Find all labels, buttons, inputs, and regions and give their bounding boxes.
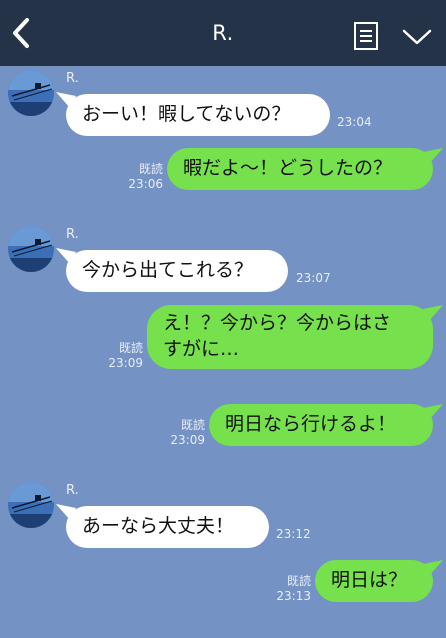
chat-header: R. <box>0 0 446 66</box>
message-text: 暇だよ〜！どうしたの？ <box>183 157 393 180</box>
avatar-sky-icon <box>8 226 54 272</box>
avatar[interactable] <box>8 482 54 528</box>
sender-name: R. <box>66 483 79 498</box>
avatar-sky-icon <box>8 70 54 116</box>
chat-screen: R. R. おーい！暇してないの？ 23:04 既読 23:06 暇だよ〜！どう… <box>0 0 446 638</box>
message-text: おーい！暇してないの？ <box>82 103 291 126</box>
message-bubble[interactable]: 明日は？ <box>315 560 433 602</box>
bubble-tail <box>423 148 443 164</box>
message-bubble[interactable]: 今から出てこれる？ <box>66 250 288 292</box>
read-receipt: 既読 23:09 <box>170 418 205 447</box>
message-time: 23:07 <box>296 271 331 285</box>
read-receipt: 既読 23:09 <box>108 341 143 370</box>
read-receipt: 既読 23:06 <box>128 162 163 191</box>
message-time: 23:04 <box>337 115 372 129</box>
list-icon <box>354 22 378 50</box>
sender-name: R. <box>66 71 79 86</box>
message-text: え！？今から？今からはさ すがに… <box>163 312 392 360</box>
message-text: 明日なら行けるよ！ <box>225 413 397 436</box>
collapse-button[interactable] <box>402 28 432 46</box>
bubble-tail <box>423 560 443 576</box>
chevron-down-icon <box>402 29 432 45</box>
read-receipt: 既読 23:13 <box>276 574 311 603</box>
avatar[interactable] <box>8 226 54 272</box>
avatar-sky-icon <box>8 482 54 528</box>
chat-title: R. <box>212 21 234 45</box>
message-time: 23:12 <box>276 527 311 541</box>
message-bubble[interactable]: え！？今から？今からはさ すがに… <box>147 305 433 369</box>
bubble-tail <box>423 404 443 420</box>
bubble-tail <box>423 305 443 321</box>
message-text: あーなら大丈夫！ <box>82 515 235 538</box>
message-bubble[interactable]: おーい！暇してないの？ <box>66 94 330 136</box>
message-bubble[interactable]: 明日なら行けるよ！ <box>209 404 433 446</box>
message-bubble[interactable]: 暇だよ〜！どうしたの？ <box>167 148 433 190</box>
menu-button[interactable] <box>354 22 378 50</box>
sender-name: R. <box>66 227 79 242</box>
message-text: 明日は？ <box>331 569 408 592</box>
message-bubble[interactable]: あーなら大丈夫！ <box>66 506 269 548</box>
message-text: 今から出てこれる？ <box>82 259 254 282</box>
avatar[interactable] <box>8 70 54 116</box>
